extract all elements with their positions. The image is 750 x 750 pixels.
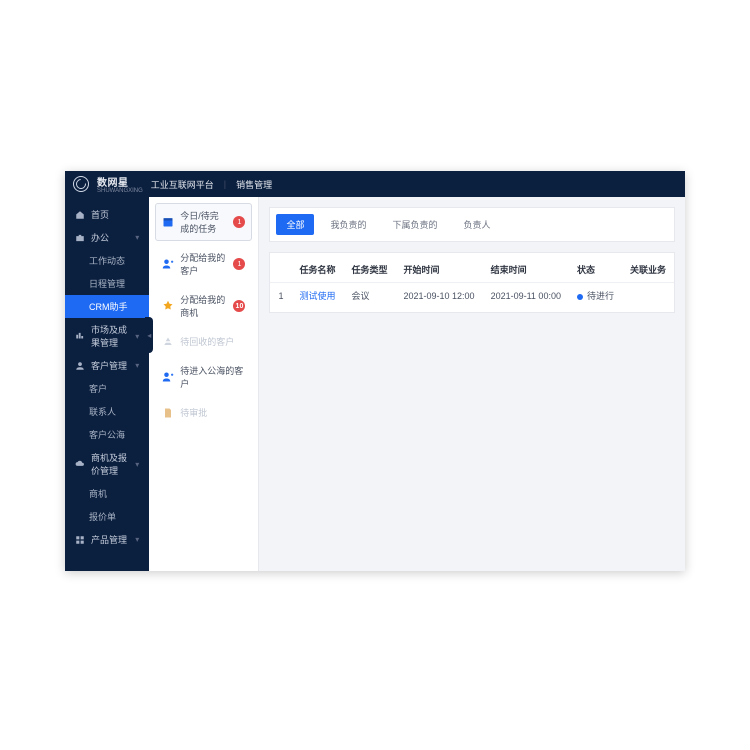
star-icon xyxy=(162,300,174,312)
sidebar-child-contact[interactable]: 联系人 xyxy=(65,400,149,423)
sidebar-item-marketing[interactable]: 市场及成果管理 ▾ xyxy=(65,318,149,354)
sidebar-collapse-handle[interactable]: ◂ xyxy=(145,317,153,353)
sec-item-recycle-customers: 待回收的客户 xyxy=(155,329,252,354)
cell-related xyxy=(622,283,674,309)
tab-sub[interactable]: 下属负责的 xyxy=(382,214,447,235)
tab-all[interactable]: 全部 xyxy=(276,214,314,235)
cloud-icon xyxy=(75,459,85,469)
main-content: 全部 我负责的 下属负责的 负责人 任务名称 任务类型 开始时间 结束时间 状态 xyxy=(259,197,685,571)
sec-item-label: 分配给我的商机 xyxy=(180,293,227,319)
cell-status: 待进行 xyxy=(569,283,622,309)
sec-item-label: 今日/待完成的任务 xyxy=(180,209,227,235)
secondary-panel: 今日/待完成的任务 1 分配给我的客户 1 分配给我的商机 10 待回收的客户 … xyxy=(149,197,259,571)
sidebar-child-cust[interactable]: 客户 xyxy=(65,377,149,400)
chevron-down-icon: ▾ xyxy=(135,460,139,469)
col-index xyxy=(270,257,291,283)
sec-item-today-tasks[interactable]: 今日/待完成的任务 1 xyxy=(155,203,252,241)
status-dot-icon xyxy=(577,294,583,300)
col-type: 任务类型 xyxy=(343,257,395,283)
chevron-down-icon: ▾ xyxy=(135,535,139,544)
sidebar-child-opp[interactable]: 商机 xyxy=(65,482,149,505)
user-plus-icon xyxy=(162,371,174,383)
sidebar-item-label: 商机及报价管理 xyxy=(91,451,129,477)
recycle-icon xyxy=(162,336,174,348)
badge-count: 10 xyxy=(233,300,245,312)
col-name: 任务名称 xyxy=(291,257,343,283)
col-start: 开始时间 xyxy=(396,257,483,283)
badge-count: 1 xyxy=(233,258,245,270)
tab-owner[interactable]: 负责人 xyxy=(454,214,501,235)
sidebar-child-quote[interactable]: 报价单 xyxy=(65,505,149,528)
grid-icon xyxy=(75,535,85,545)
sidebar-item-label: 产品管理 xyxy=(91,533,127,546)
sec-item-assigned-customers[interactable]: 分配给我的客户 1 xyxy=(155,245,252,283)
sec-item-pool-customers[interactable]: 待进入公海的客户 xyxy=(155,358,252,396)
cell-type: 会议 xyxy=(343,283,395,309)
briefcase-icon xyxy=(75,233,85,243)
sidebar-item-label: 客户管理 xyxy=(91,359,127,372)
sec-item-assigned-opps[interactable]: 分配给我的商机 10 xyxy=(155,287,252,325)
topbar: 数网星 SHUWANGXING 工业互联网平台 | 销售管理 xyxy=(65,171,685,197)
sidebar-item-label: 首页 xyxy=(91,208,109,221)
sidebar-item-home[interactable]: 首页 xyxy=(65,203,149,226)
home-icon xyxy=(75,210,85,220)
topbar-separator: | xyxy=(224,179,226,189)
sec-item-label: 待回收的客户 xyxy=(180,335,245,348)
task-table: 任务名称 任务类型 开始时间 结束时间 状态 关联业务 1 测试使用 会议 xyxy=(270,257,674,308)
brand-sub: SHUWANGXING xyxy=(97,188,143,194)
chevron-down-icon: ▾ xyxy=(135,233,139,242)
sidebar-item-label: 办公 xyxy=(91,231,109,244)
sidebar-item-opportunity[interactable]: 商机及报价管理 ▾ xyxy=(65,446,149,482)
sec-item-label: 待审批 xyxy=(180,406,245,419)
calendar-icon xyxy=(162,216,174,228)
topbar-section: 销售管理 xyxy=(236,178,272,191)
table-card: 任务名称 任务类型 开始时间 结束时间 状态 关联业务 1 测试使用 会议 xyxy=(269,252,675,313)
sec-item-review: 待审批 xyxy=(155,400,252,425)
sidebar: 首页 办公 ▾ 工作动态 日程管理 CRM助手 市场及成果管理 ▾ 客户管理 ▾ xyxy=(65,197,149,571)
cell-index: 1 xyxy=(270,283,291,309)
sidebar-child-calendar[interactable]: 日程管理 xyxy=(65,272,149,295)
brand-logo-icon xyxy=(73,176,89,192)
sidebar-item-crm[interactable]: CRM助手 xyxy=(65,295,149,318)
col-status: 状态 xyxy=(569,257,622,283)
col-end: 结束时间 xyxy=(483,257,569,283)
table-row[interactable]: 1 测试使用 会议 2021-09-10 12:00 2021-09-11 00… xyxy=(270,283,674,309)
chevron-down-icon: ▾ xyxy=(135,332,139,341)
col-related: 关联业务 xyxy=(622,257,674,283)
doc-icon xyxy=(162,407,174,419)
sidebar-child-pool[interactable]: 客户公海 xyxy=(65,423,149,446)
cell-status-text: 待进行 xyxy=(587,291,614,301)
cell-end: 2021-09-11 00:00 xyxy=(483,283,569,309)
user-plus-icon xyxy=(162,258,174,270)
topbar-title: 工业互联网平台 xyxy=(151,178,214,191)
sidebar-item-product[interactable]: 产品管理 ▾ xyxy=(65,528,149,551)
chevron-down-icon: ▾ xyxy=(135,361,139,370)
application-window: 数网星 SHUWANGXING 工业互联网平台 | 销售管理 首页 办公 ▾ 工… xyxy=(65,171,685,571)
cell-start: 2021-09-10 12:00 xyxy=(396,283,483,309)
sec-item-label: 待进入公海的客户 xyxy=(180,364,245,390)
sec-item-label: 分配给我的客户 xyxy=(180,251,227,277)
tabs: 全部 我负责的 下属负责的 负责人 xyxy=(269,207,675,242)
sidebar-item-label: CRM助手 xyxy=(75,300,128,313)
sidebar-child-worklog[interactable]: 工作动态 xyxy=(65,249,149,272)
tab-mine[interactable]: 我负责的 xyxy=(320,214,376,235)
sidebar-item-customer[interactable]: 客户管理 ▾ xyxy=(65,354,149,377)
sidebar-item-label: 市场及成果管理 xyxy=(91,323,129,349)
cell-name-link[interactable]: 测试使用 xyxy=(299,291,335,301)
sidebar-item-office[interactable]: 办公 ▾ xyxy=(65,226,149,249)
users-icon xyxy=(75,361,85,371)
chart-icon xyxy=(75,331,85,341)
badge-count: 1 xyxy=(233,216,245,228)
